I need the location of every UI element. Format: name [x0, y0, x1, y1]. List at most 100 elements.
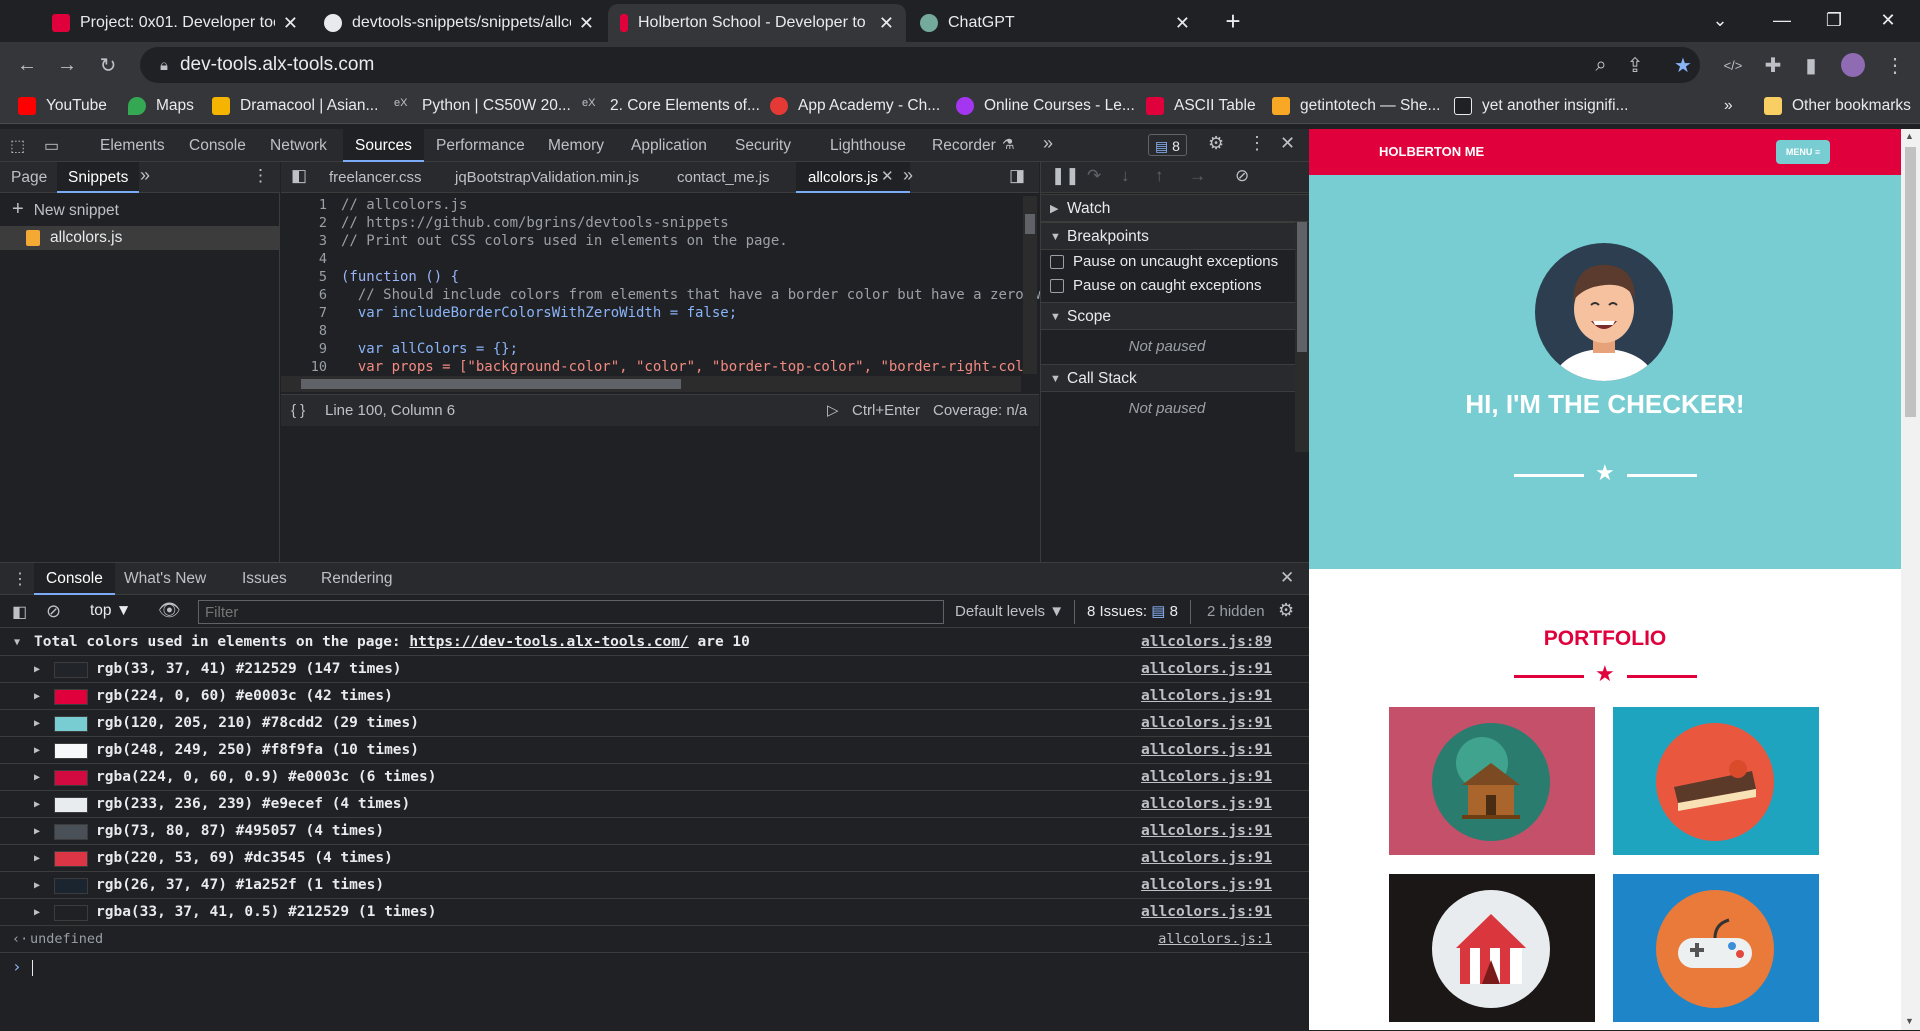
pause-caught-option[interactable]: Pause on caught exceptions — [1041, 274, 1310, 298]
summary-link[interactable]: https://dev-tools.alx-tools.com/ — [409, 634, 688, 650]
bookmark-python-cs50w[interactable]: eX Python | CS50W 20... — [394, 95, 571, 117]
scroll-up-arrow-icon[interactable]: ▲ — [1905, 131, 1914, 141]
collapsed-arrow-icon[interactable]: ▶ — [34, 791, 40, 818]
source-link[interactable]: allcolors.js:91 — [1141, 737, 1272, 764]
source-link[interactable]: allcolors.js:91 — [1141, 818, 1272, 845]
console-color-row[interactable]: ▶ rgb(224, 0, 60) #e0003c (42 times) allco… — [0, 683, 1309, 710]
extensions-puzzle-icon[interactable]: ✚ — [1758, 50, 1788, 80]
source-link[interactable]: allcolors.js:91 — [1141, 899, 1272, 926]
step-icon[interactable]: → — [1189, 166, 1206, 186]
tab-memory[interactable]: Memory — [536, 129, 616, 162]
browser-tab-chatgpt[interactable]: ChatGPT ✕ — [908, 4, 1202, 42]
avatar[interactable] — [1838, 50, 1868, 80]
toggle-navigator-icon[interactable]: ◧ — [291, 166, 307, 186]
close-drawer-icon[interactable]: ✕ — [1280, 568, 1294, 588]
close-icon[interactable]: ✕ — [1175, 13, 1190, 34]
portfolio-item-cake[interactable] — [1613, 707, 1819, 855]
checkbox[interactable] — [1050, 279, 1064, 293]
editor-vertical-scrollbar[interactable] — [1023, 196, 1037, 374]
page-scrollbar[interactable]: ▲ ▼ — [1901, 129, 1920, 1030]
editor-tab-contact-me[interactable]: contact_me.js — [665, 162, 782, 193]
clear-console-icon[interactable]: ⊘ — [46, 601, 61, 622]
bookmarks-overflow-icon[interactable]: » — [1724, 95, 1733, 117]
checkbox[interactable] — [1050, 255, 1064, 269]
scrollbar-thumb[interactable] — [1297, 222, 1307, 352]
bookmark-dramacool[interactable]: Dramacool | Asian... — [212, 95, 378, 117]
source-link[interactable]: allcolors.js:91 — [1141, 872, 1272, 899]
tab-elements[interactable]: Elements — [88, 129, 177, 162]
breakpoints-section[interactable]: ▼ Breakpoints — [1041, 222, 1310, 250]
restore-icon[interactable]: ❐ — [1806, 0, 1862, 40]
issues-button[interactable]: 8 Issues: ▤ 8 — [1074, 600, 1178, 624]
collapsed-arrow-icon[interactable]: ▶ — [34, 764, 40, 791]
pause-icon[interactable]: ❚❚ — [1051, 166, 1080, 186]
context-selector[interactable]: top ▼ — [90, 602, 131, 620]
portfolio-item-circus[interactable] — [1389, 874, 1595, 1022]
bookmark-star-icon[interactable]: ★ — [1668, 50, 1698, 80]
collapsed-arrow-icon[interactable]: ▶ — [34, 737, 40, 764]
tab-network[interactable]: Network — [258, 129, 339, 162]
address-bar[interactable]: 🔒︎ dev-tools.alx-tools.com — [140, 47, 1700, 83]
device-toolbar-icon[interactable]: ▭ — [44, 136, 59, 156]
drawer-tab-whats-new[interactable]: What's New — [112, 563, 218, 595]
browser-tab-project[interactable]: Project: 0x01. Developer tools | N ✕ — [40, 4, 310, 42]
source-link[interactable]: allcolors.js:91 — [1141, 683, 1272, 710]
tab-search-icon[interactable]: ⌄ — [1692, 0, 1748, 40]
console-color-row[interactable]: ▶ rgb(33, 37, 41) #212529 (147 times) allc… — [0, 656, 1309, 683]
more-tabs-icon[interactable]: » — [140, 165, 150, 186]
collapsed-arrow-icon[interactable]: ▶ — [34, 845, 40, 872]
bookmark-getintotech[interactable]: getintotech — She... — [1272, 95, 1440, 117]
close-devtools-icon[interactable]: ✕ — [1280, 133, 1295, 154]
console-color-row[interactable]: ▶ rgb(120, 205, 210) #78cdd2 (29 times) al… — [0, 710, 1309, 737]
browser-tab-holberton[interactable]: Holberton School - Developer to ✕ — [608, 4, 906, 42]
scroll-down-arrow-icon[interactable]: ▼ — [1905, 1016, 1914, 1026]
customize-kebab-icon[interactable]: ⋮ — [1248, 133, 1266, 154]
bookmark-yet-another[interactable]: yet another insignifi... — [1454, 95, 1628, 117]
scrollbar-thumb[interactable] — [1025, 214, 1035, 234]
bookmark-ascii-table[interactable]: ASCII Table — [1146, 95, 1256, 117]
source-link[interactable]: allcolors.js:91 — [1141, 764, 1272, 791]
tab-lighthouse[interactable]: Lighthouse — [818, 129, 918, 162]
settings-gear-icon[interactable]: ⚙ — [1208, 133, 1224, 154]
bookmark-app-academy[interactable]: App Academy - Ch... — [770, 95, 940, 117]
close-window-icon[interactable]: ✕ — [1860, 0, 1916, 40]
navigator-menu-icon[interactable]: ⋮ — [252, 166, 269, 186]
scope-section[interactable]: ▼ Scope — [1041, 302, 1310, 330]
console-color-row[interactable]: ▶ rgb(220, 53, 69) #dc3545 (4 times) allco… — [0, 845, 1309, 872]
console-color-row[interactable]: ▶ rgba(224, 0, 60, 0.9) #e0003c (6 times)… — [0, 764, 1309, 791]
toggle-debugger-icon[interactable]: ◨ — [1009, 166, 1025, 186]
new-snippet-button[interactable]: + New snippet — [12, 198, 119, 220]
source-link[interactable]: allcolors.js:91 — [1141, 656, 1272, 683]
more-tabs-icon[interactable]: » — [1043, 133, 1053, 154]
inspect-element-icon[interactable]: ⬚ — [10, 136, 25, 156]
pause-uncaught-option[interactable]: Pause on uncaught exceptions — [1041, 250, 1310, 274]
source-link[interactable]: allcolors.js:1 — [1158, 926, 1272, 953]
source-link[interactable]: allcolors.js:91 — [1141, 791, 1272, 818]
live-expression-eye-icon[interactable]: 👁︎ — [158, 600, 181, 621]
step-into-icon[interactable]: ↓ — [1121, 166, 1130, 186]
close-tab-icon[interactable]: ✕ — [881, 167, 894, 185]
portfolio-item-game[interactable] — [1613, 874, 1819, 1022]
source-link[interactable]: allcolors.js:89 — [1141, 629, 1272, 656]
console-summary-row[interactable]: ▼ Total colors used in elements on the p… — [0, 629, 1309, 656]
run-snippet-icon[interactable]: ▷ — [827, 395, 839, 426]
step-over-icon[interactable]: ↷ — [1087, 166, 1101, 186]
collapsed-arrow-icon[interactable]: ▶ — [34, 683, 40, 710]
forward-arrow-icon[interactable]: → — [52, 50, 82, 80]
editor-horizontal-scrollbar[interactable] — [281, 376, 1021, 392]
console-sidebar-icon[interactable]: ◧ — [12, 602, 27, 622]
side-panel-icon[interactable]: ▮ — [1796, 50, 1826, 80]
close-icon[interactable]: ✕ — [579, 13, 594, 34]
console-filter-input[interactable] — [198, 600, 944, 624]
editor-tab-freelancer-css[interactable]: freelancer.css — [317, 162, 434, 193]
collapsed-arrow-icon[interactable]: ▶ — [34, 710, 40, 737]
menu-button[interactable]: MENU ≡ — [1776, 140, 1830, 164]
minimize-icon[interactable]: — — [1754, 0, 1810, 40]
snippet-file-item[interactable]: allcolors.js — [0, 226, 279, 250]
console-color-row[interactable]: ▶ rgb(248, 249, 250) #f8f9fa (10 times) al… — [0, 737, 1309, 764]
call-stack-section[interactable]: ▼ Call Stack — [1041, 364, 1310, 392]
issues-counter[interactable]: ▤ 8 — [1148, 134, 1187, 156]
step-out-icon[interactable]: ↑ — [1155, 166, 1164, 186]
console-prompt[interactable]: › — [12, 957, 33, 976]
tab-console[interactable]: Console — [177, 129, 258, 162]
